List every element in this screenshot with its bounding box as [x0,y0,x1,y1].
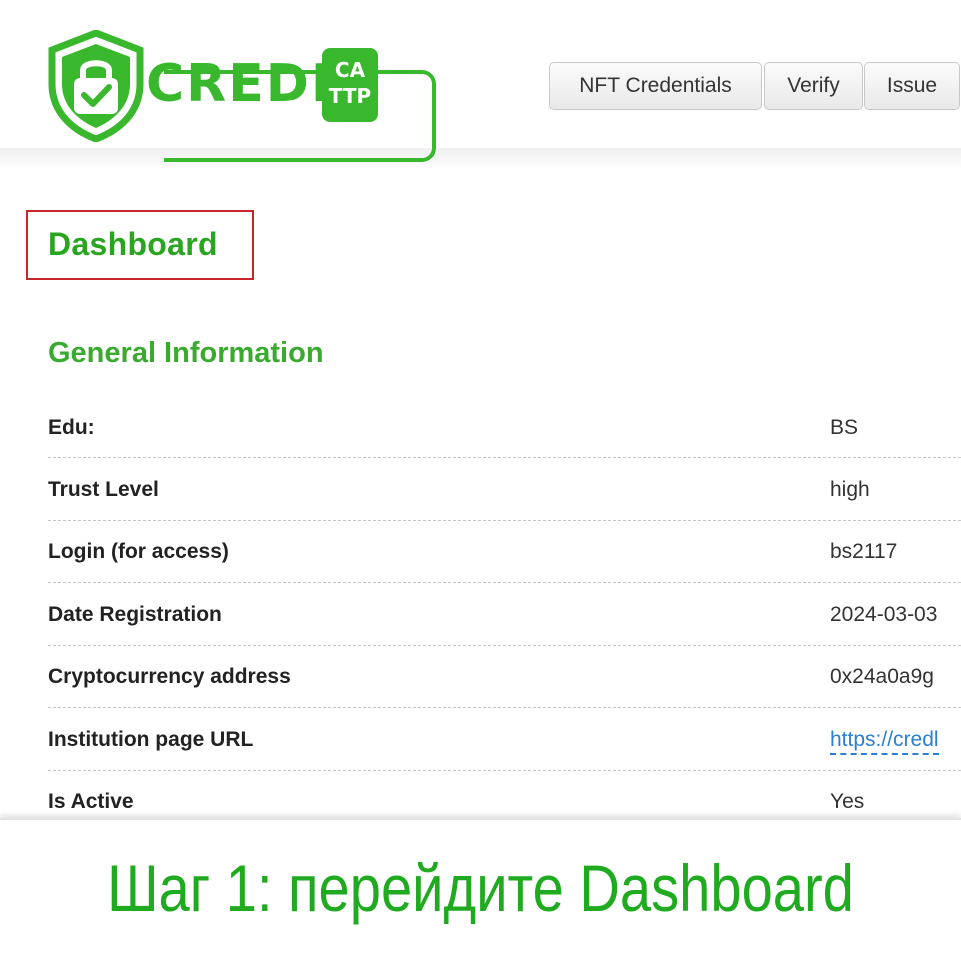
row-divider [48,770,961,771]
nav-nft-credentials-button[interactable]: NFT Credentials [549,62,762,110]
nav-issue-button[interactable]: Issue [864,62,960,110]
logo-badge: CA TTP [322,48,378,122]
row-divider [48,457,961,458]
row-label: Cryptocurrency address [48,665,291,688]
row-value: high [830,478,870,501]
row-label: Is Active [48,790,134,813]
info-row-login: Login (for access) bs2117 [48,540,961,602]
info-row-trust-level: Trust Level high [48,478,961,540]
row-divider [48,707,961,708]
info-row-institution-url: Institution page URL https://credl [48,728,961,790]
row-value: BS [830,416,859,439]
row-label: Login (for access) [48,540,229,563]
logo-badge-line2: TTP [328,84,372,108]
section-heading: General Information [48,337,324,369]
row-divider [48,520,961,521]
row-label: Edu: [48,416,95,439]
page-title[interactable]: Dashboard [48,226,218,263]
info-row-date-registration: Date Registration 2024-03-03 [48,603,961,665]
step-caption: Шаг 1: перейдите Dashboard [107,851,854,925]
row-label: Institution page URL [48,728,254,751]
row-divider [48,582,961,583]
institution-url-link[interactable]: https://credl [830,728,939,755]
info-row-crypto-address: Cryptocurrency address 0x24a0a9g [48,665,961,727]
row-value: 2024-03-03 [830,603,938,626]
header-shadow [0,148,961,170]
row-value: bs2117 [830,540,898,563]
row-value: 0x24a0a9g [830,665,934,688]
nav-verify-button[interactable]: Verify [764,62,863,110]
row-label: Trust Level [48,478,159,501]
logo-badge-line1: CA [334,58,366,82]
shield-lock-check-icon [48,30,144,142]
row-value: Yes [830,790,865,813]
row-label: Date Registration [48,603,222,626]
info-row-edu: Edu: BS [48,416,961,478]
credly-logo[interactable]: CREDLY CA TTP [46,30,436,162]
row-divider [48,645,961,646]
